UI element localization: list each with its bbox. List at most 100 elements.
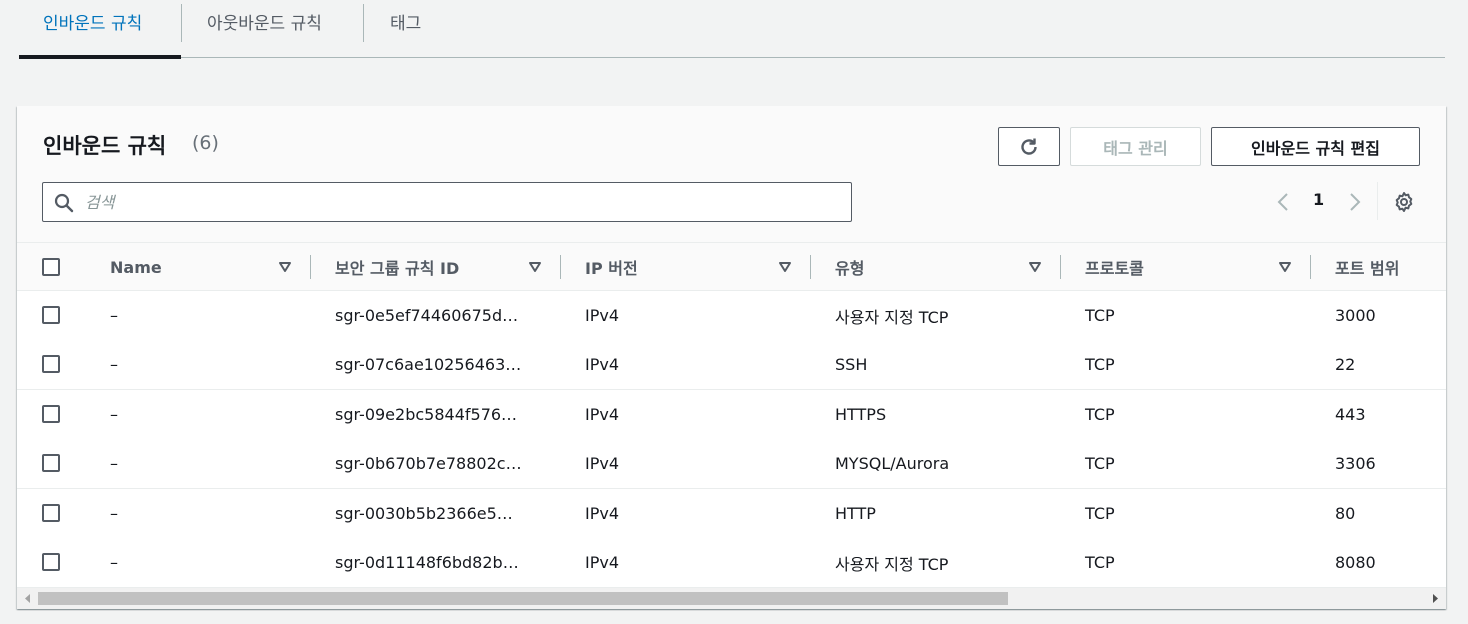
- cell-port-range: 80: [1335, 504, 1356, 523]
- column-header-type[interactable]: 유형: [835, 243, 864, 291]
- cell-port-range: 22: [1335, 355, 1356, 374]
- table-row[interactable]: – sgr-0b670b7e78802c… IPv4 MYSQL/Aurora …: [17, 439, 1446, 489]
- cell-type: 사용자 지정 TCP: [835, 554, 949, 574]
- cell-type: HTTP: [835, 504, 876, 523]
- cell-name: –: [110, 504, 118, 523]
- column-resizer[interactable]: [310, 255, 311, 279]
- column-header-name[interactable]: Name: [110, 243, 162, 291]
- cell-rule-id: sgr-0e5ef74460675d…: [335, 306, 519, 325]
- sort-caret-icon[interactable]: [277, 259, 293, 275]
- column-header-rule-id[interactable]: 보안 그룹 규칙 ID: [335, 243, 459, 291]
- row-checkbox[interactable]: [42, 504, 60, 522]
- cell-rule-id: sgr-0d11148f6bd82b…: [335, 553, 519, 572]
- refresh-button[interactable]: [998, 127, 1060, 166]
- sort-caret-icon[interactable]: [1027, 259, 1043, 275]
- cell-protocol: TCP: [1085, 355, 1115, 374]
- cell-rule-id: sgr-07c6ae10256463…: [335, 355, 522, 374]
- cell-port-range: 443: [1335, 405, 1366, 424]
- sort-caret-icon[interactable]: [527, 259, 543, 275]
- cell-type: 사용자 지정 TCP: [835, 307, 949, 327]
- tab-inbound-rules[interactable]: 인바운드 규칙: [43, 0, 142, 58]
- select-all-checkbox[interactable]: [42, 258, 60, 276]
- cell-name: –: [110, 405, 118, 424]
- table-row[interactable]: – sgr-0030b5b2366e5… IPv4 HTTP TCP 80: [17, 489, 1446, 539]
- cell-protocol: TCP: [1085, 504, 1115, 523]
- tab-label: 아웃바운드 규칙: [207, 14, 322, 34]
- current-page-number[interactable]: 1: [1313, 190, 1324, 209]
- table-row[interactable]: – sgr-0d11148f6bd82b… IPv4 사용자 지정 TCP TC…: [17, 538, 1446, 588]
- cell-rule-id: sgr-0b670b7e78802c…: [335, 454, 522, 473]
- tab-outbound-rules[interactable]: 아웃바운드 규칙: [207, 0, 322, 58]
- tab-label: 인바운드 규칙: [43, 14, 143, 34]
- settings-gear-icon[interactable]: [1392, 190, 1416, 214]
- horizontal-scrollbar[interactable]: [17, 588, 1446, 609]
- search-icon: [54, 193, 74, 213]
- row-checkbox[interactable]: [42, 553, 60, 571]
- cell-type: HTTPS: [835, 405, 887, 424]
- cell-ip-version: IPv4: [585, 504, 620, 523]
- column-header-label: 유형: [835, 259, 865, 278]
- cell-type: SSH: [835, 355, 868, 374]
- cell-rule-id: sgr-0030b5b2366e5…: [335, 504, 513, 523]
- cell-protocol: TCP: [1085, 553, 1115, 572]
- table-row[interactable]: – sgr-0e5ef74460675d… IPv4 사용자 지정 TCP TC…: [17, 291, 1446, 341]
- cell-name: –: [110, 306, 118, 325]
- cell-ip-version: IPv4: [585, 355, 620, 374]
- column-resizer[interactable]: [1060, 255, 1061, 279]
- refresh-icon: [1021, 138, 1037, 155]
- cell-port-range: 3000: [1335, 306, 1376, 325]
- cell-protocol: TCP: [1085, 454, 1115, 473]
- column-resizer[interactable]: [810, 255, 811, 279]
- tab-divider: [363, 4, 364, 42]
- panel-header: 인바운드 규칙 (6) 태그 관리 인바운드 규칙 편집 1: [17, 106, 1446, 242]
- table-row[interactable]: – sgr-07c6ae10256463… IPv4 SSH TCP 22: [17, 340, 1446, 390]
- sort-caret-icon[interactable]: [777, 259, 793, 275]
- tab-bar: 인바운드 규칙 아웃바운드 규칙 태그: [0, 0, 1468, 60]
- column-header-label: 프로토콜: [1085, 259, 1144, 278]
- column-header-ip-version[interactable]: IP 버전: [585, 243, 638, 291]
- cell-rule-id: sgr-09e2bc5844f576…: [335, 405, 518, 424]
- table-header: Name 보안 그룹 규칙 ID IP 버전 유형 프로토콜 포트 범위: [17, 242, 1446, 291]
- tab-label: 태그: [390, 14, 422, 34]
- column-header-label: IP 버전: [585, 259, 638, 278]
- edit-inbound-rules-label: 인바운드 규칙 편집: [1251, 138, 1380, 158]
- cell-ip-version: IPv4: [585, 405, 620, 424]
- cell-ip-version: IPv4: [585, 553, 620, 572]
- cell-port-range: 3306: [1335, 454, 1376, 473]
- column-header-label: 보안 그룹 규칙 ID: [335, 259, 460, 278]
- tab-bar-divider: [19, 57, 1445, 58]
- column-resizer[interactable]: [1310, 255, 1311, 279]
- cell-name: –: [110, 355, 118, 374]
- search-input[interactable]: [85, 189, 835, 215]
- edit-inbound-rules-button[interactable]: 인바운드 규칙 편집: [1211, 127, 1420, 166]
- table-row[interactable]: – sgr-09e2bc5844f576… IPv4 HTTPS TCP 443: [17, 390, 1446, 440]
- column-header-label: Name: [110, 257, 162, 277]
- cell-protocol: TCP: [1085, 405, 1115, 424]
- row-checkbox[interactable]: [42, 355, 60, 373]
- scroll-left-arrow-icon[interactable]: [21, 592, 35, 605]
- cell-ip-version: IPv4: [585, 454, 620, 473]
- column-header-protocol[interactable]: 프로토콜: [1085, 243, 1144, 291]
- row-checkbox[interactable]: [42, 454, 60, 472]
- pagination-divider: [1377, 182, 1378, 220]
- row-checkbox[interactable]: [42, 405, 60, 423]
- cell-name: –: [110, 553, 118, 572]
- scrollbar-thumb[interactable]: [38, 592, 1008, 605]
- panel-title: 인바운드 규칙: [43, 134, 167, 158]
- tab-tags[interactable]: 태그: [390, 0, 421, 58]
- manage-tags-button[interactable]: 태그 관리: [1070, 127, 1201, 166]
- cell-name: –: [110, 454, 118, 473]
- column-header-label: 포트 범위: [1335, 259, 1400, 278]
- scroll-right-arrow-icon[interactable]: [1428, 592, 1442, 605]
- column-resizer[interactable]: [560, 255, 561, 279]
- sort-caret-icon[interactable]: [1277, 259, 1293, 275]
- column-header-port-range[interactable]: 포트 범위: [1335, 243, 1399, 291]
- row-checkbox[interactable]: [42, 306, 60, 324]
- cell-ip-version: IPv4: [585, 306, 620, 325]
- tab-divider: [181, 4, 182, 42]
- next-page-icon[interactable]: [1343, 190, 1365, 214]
- rule-count: (6): [192, 132, 219, 154]
- cell-protocol: TCP: [1085, 306, 1115, 325]
- previous-page-icon[interactable]: [1273, 190, 1295, 214]
- search-field: [42, 182, 852, 222]
